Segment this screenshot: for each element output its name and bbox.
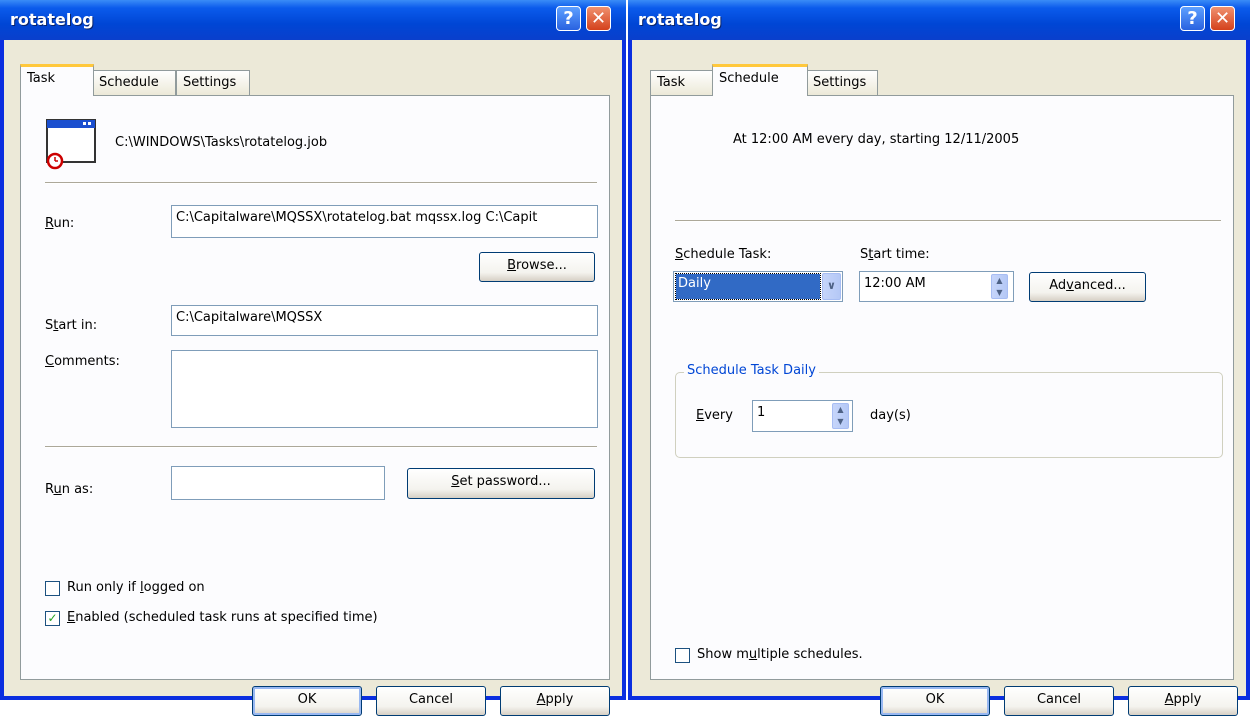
arrow-up-icon[interactable]: ▲ bbox=[992, 275, 1007, 287]
arrow-down-icon[interactable]: ▼ bbox=[992, 287, 1007, 299]
dialog-title: rotatelog bbox=[10, 10, 94, 29]
tab-label: Schedule bbox=[719, 71, 779, 86]
schedule-task-daily-group: Schedule Task Daily Every 1 ▲ ▼ day(s) bbox=[675, 363, 1223, 458]
arrow-up-icon[interactable]: ▲ bbox=[833, 404, 848, 416]
run-field[interactable]: C:\Capitalware\MQSSX\rotatelog.bat mqssx… bbox=[171, 205, 598, 238]
tab-label: Settings bbox=[183, 75, 237, 90]
chevron-down-icon[interactable]: ∨ bbox=[822, 273, 841, 300]
divider bbox=[45, 182, 597, 184]
divider bbox=[45, 446, 597, 448]
every-label: Every bbox=[696, 408, 733, 423]
cancel-button[interactable]: Cancel bbox=[1004, 686, 1114, 716]
title-bar[interactable]: rotatelog ? ✕ bbox=[0, 0, 626, 40]
run-only-logged-on-checkbox[interactable] bbox=[45, 581, 60, 596]
set-password-button[interactable]: Set password... bbox=[407, 468, 595, 499]
ok-button[interactable]: OK bbox=[252, 686, 362, 716]
task-tab-panel: C:\WINDOWS\Tasks\rotatelog.job Run: C:\C… bbox=[20, 95, 610, 680]
schedule-tab-panel: At 12:00 AM every day, starting 12/11/20… bbox=[650, 95, 1234, 680]
task-properties-dialog: rotatelog ? ✕ Task Schedule Settings C:\… bbox=[0, 0, 626, 716]
arrow-down-icon[interactable]: ▼ bbox=[833, 416, 848, 428]
enabled-checkbox[interactable]: ✓ bbox=[45, 611, 60, 626]
tab-settings[interactable]: Settings bbox=[176, 70, 250, 95]
browse-button[interactable]: Browse... bbox=[479, 252, 595, 282]
help-icon[interactable]: ? bbox=[556, 6, 581, 31]
show-multiple-schedules-label[interactable]: Show multiple schedules. bbox=[697, 647, 863, 662]
divider bbox=[675, 220, 1221, 222]
help-icon[interactable]: ? bbox=[1180, 6, 1205, 31]
run-as-field[interactable] bbox=[171, 466, 385, 500]
schedule-properties-dialog: rotatelog ? ✕ Task Schedule Settings At … bbox=[628, 0, 1250, 716]
schedule-summary: At 12:00 AM every day, starting 12/11/20… bbox=[733, 132, 1020, 147]
tab-label: Settings bbox=[813, 75, 867, 90]
every-days-value: 1 bbox=[757, 405, 766, 420]
schedule-task-label: Schedule Task: bbox=[675, 247, 772, 262]
run-label: Run: bbox=[45, 216, 75, 231]
comments-field[interactable] bbox=[171, 350, 598, 428]
tab-task[interactable]: Task bbox=[650, 70, 714, 95]
start-in-label: Start in: bbox=[45, 318, 98, 333]
start-in-field[interactable]: C:\Capitalware\MQSSX bbox=[171, 305, 598, 336]
cancel-button[interactable]: Cancel bbox=[376, 686, 486, 716]
dialog-body: Task Schedule Settings C:\WINDOWS\Tasks\… bbox=[4, 40, 622, 716]
tab-schedule[interactable]: Schedule bbox=[712, 64, 808, 96]
comments-label: Comments: bbox=[45, 354, 120, 369]
tab-task[interactable]: Task bbox=[20, 64, 94, 96]
enabled-label[interactable]: Enabled (scheduled task runs at specifie… bbox=[67, 610, 378, 625]
apply-button[interactable]: Apply bbox=[500, 686, 610, 716]
tab-schedule[interactable]: Schedule bbox=[92, 70, 176, 95]
start-time-label: Start time: bbox=[860, 247, 930, 262]
dialog-body: Task Schedule Settings At 12:00 AM every… bbox=[632, 40, 1246, 716]
close-icon[interactable]: ✕ bbox=[586, 6, 611, 31]
run-only-logged-on-label[interactable]: Run only if logged on bbox=[67, 580, 205, 595]
apply-button[interactable]: Apply bbox=[1128, 686, 1238, 716]
checkmark-icon: ✓ bbox=[47, 611, 58, 625]
tab-label: Task bbox=[27, 71, 56, 86]
close-icon[interactable]: ✕ bbox=[1210, 6, 1235, 31]
tab-label: Schedule bbox=[99, 75, 159, 90]
dialog-title: rotatelog bbox=[638, 10, 722, 29]
scheduled-task-icon bbox=[46, 119, 96, 170]
tab-label: Task bbox=[657, 75, 686, 90]
run-as-label: Run as: bbox=[45, 482, 94, 497]
every-days-stepper[interactable]: ▲ ▼ bbox=[832, 403, 849, 429]
schedule-task-value: Daily bbox=[675, 273, 821, 300]
schedule-task-dropdown[interactable]: Daily ∨ bbox=[673, 271, 843, 302]
tab-settings[interactable]: Settings bbox=[806, 70, 878, 95]
group-title: Schedule Task Daily bbox=[684, 363, 819, 378]
start-time-stepper[interactable]: ▲ ▼ bbox=[991, 274, 1008, 299]
ok-button[interactable]: OK bbox=[880, 686, 990, 716]
start-time-value: 12:00 AM bbox=[864, 276, 926, 291]
title-bar[interactable]: rotatelog ? ✕ bbox=[628, 0, 1250, 40]
days-label: day(s) bbox=[870, 408, 911, 423]
job-path: C:\WINDOWS\Tasks\rotatelog.job bbox=[115, 135, 328, 150]
advanced-button[interactable]: Advanced... bbox=[1029, 272, 1146, 302]
show-multiple-schedules-checkbox[interactable] bbox=[675, 648, 690, 663]
